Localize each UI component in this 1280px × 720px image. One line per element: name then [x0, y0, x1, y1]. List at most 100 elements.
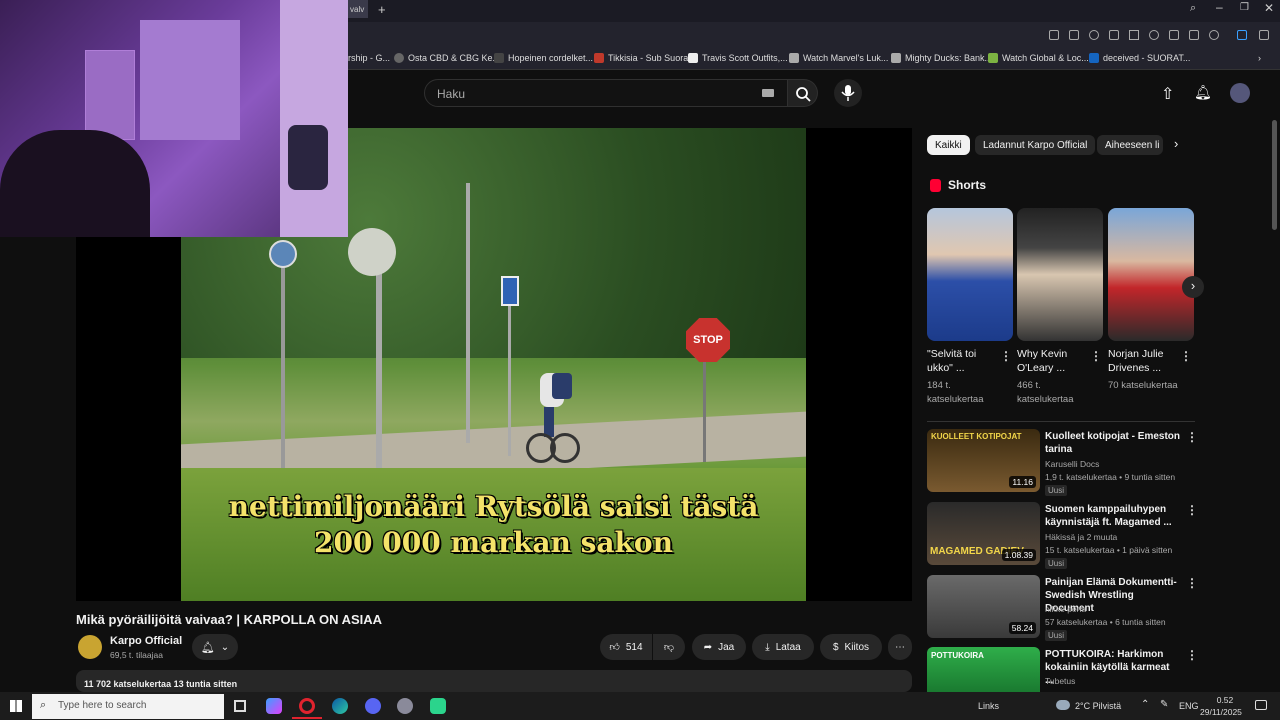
cabinet	[140, 20, 240, 140]
subscribed-button[interactable]: 🔔︎ ⌄	[192, 634, 238, 660]
short-title[interactable]: Why Kevin O'Leary ...	[1017, 347, 1091, 375]
search-icon: ⌕	[40, 699, 47, 711]
short-title[interactable]: Norjan Julie Drivenes ...	[1108, 347, 1182, 375]
chip-related[interactable]: Aiheeseen li	[1097, 135, 1163, 155]
channel-avatar[interactable]	[78, 635, 102, 659]
more-options-icon[interactable]: ⋮	[1186, 576, 1198, 590]
video-thumbnail[interactable]: 58.24	[927, 575, 1040, 638]
minimize-icon[interactable]: –	[1216, 0, 1223, 14]
thumbnail-text: KUOLLEET KOTIPOJAT	[931, 432, 1022, 441]
video-thumbnail[interactable]: POTTUKOIRA	[927, 647, 1040, 692]
bookmark[interactable]: rship - G...	[348, 53, 390, 63]
bookmarks-overflow-icon[interactable]: ›	[1258, 53, 1261, 63]
download-icon[interactable]	[1169, 30, 1179, 40]
discord-icon[interactable]	[365, 698, 381, 714]
bookmark[interactable]: Watch Global & Loc...	[988, 53, 1089, 63]
keyboard-icon[interactable]	[762, 89, 774, 97]
more-options-icon[interactable]: ⋮	[1180, 349, 1192, 363]
short-thumbnail[interactable]	[927, 208, 1013, 341]
close-window-icon[interactable]: ✕	[1264, 1, 1274, 15]
search-button[interactable]	[788, 79, 818, 107]
vpn-icon[interactable]	[1237, 30, 1247, 40]
play-icon[interactable]	[1129, 30, 1139, 40]
bookmark[interactable]: Watch Marvel's Luk...	[789, 53, 888, 63]
bookmark[interactable]: Osta CBD & CBG Ke...	[394, 53, 500, 63]
more-actions-button[interactable]: ⋯	[888, 634, 912, 660]
maximize-icon[interactable]: ❐	[1240, 2, 1249, 13]
tray-chevron-icon[interactable]: ⌃	[1141, 699, 1149, 710]
more-options-icon[interactable]: ⋮	[1000, 349, 1012, 363]
video-title-link[interactable]: Kuolleet kotipojat - Emeston tarina	[1045, 430, 1180, 456]
shorts-next-button[interactable]: ›	[1182, 276, 1204, 298]
network-icon[interactable]: ✎	[1160, 699, 1168, 710]
shorts-icon	[930, 179, 941, 192]
green-app-icon[interactable]	[430, 698, 446, 714]
bookmark[interactable]: Travis Scott Outfits,...	[688, 53, 788, 63]
search-input[interactable]: Haku	[424, 79, 788, 107]
clock-time[interactable]: 0.52	[1212, 695, 1238, 705]
weather-widget[interactable]: 2°C Pilvistä	[1075, 701, 1121, 711]
search-tabs-icon[interactable]: ⌕	[1190, 2, 1196, 15]
channel-name[interactable]: Karuselli Docs	[1045, 459, 1099, 469]
profile-icon[interactable]	[1209, 30, 1219, 40]
bookmark[interactable]: Tikkisia - Sub Suora	[594, 53, 688, 63]
new-badge: Uusi	[1045, 630, 1068, 641]
channel-name[interactable]: Tubetus	[1045, 676, 1075, 686]
shield-app-icon[interactable]	[397, 698, 413, 714]
bookmark-icon	[988, 53, 998, 63]
bookmark-icon	[494, 53, 504, 63]
extension-icon[interactable]	[1109, 30, 1119, 40]
video-thumbnail[interactable]: KUOLLEET KOTIPOJAT 11.16	[927, 429, 1040, 492]
bookmark[interactable]: deceived - SUORAT...	[1089, 53, 1190, 63]
chips-next-icon[interactable]: ›	[1174, 136, 1178, 151]
browser-tab[interactable]: valv	[348, 0, 368, 18]
opera-icon[interactable]	[299, 698, 315, 714]
channel-name[interactable]: nikke pena	[1045, 604, 1086, 614]
short-title[interactable]: "Selvitä toi ukko" ...	[927, 347, 1001, 375]
channel-name[interactable]: Häkissä ja 2 muuta	[1045, 532, 1117, 542]
more-options-icon[interactable]: ⋮	[1090, 349, 1102, 363]
app-icon[interactable]	[266, 698, 282, 714]
short-thumbnail[interactable]	[1017, 208, 1103, 341]
bookmark[interactable]: Hopeinen cordelket...	[494, 53, 593, 63]
new-tab-icon[interactable]: +	[378, 2, 386, 17]
voice-search-button[interactable]	[834, 79, 862, 107]
chip-uploader[interactable]: Ladannut Karpo Official	[975, 135, 1096, 155]
edge-icon[interactable]	[332, 698, 348, 714]
clock-date[interactable]: 29/11/2025	[1200, 707, 1242, 717]
download-button[interactable]: ⤓ Lataa	[752, 634, 814, 660]
more-options-icon[interactable]: ⋮	[1186, 430, 1198, 444]
language-indicator[interactable]: ENG	[1179, 701, 1199, 711]
share-icon: ➦	[703, 641, 713, 653]
short-thumbnail[interactable]	[1108, 208, 1194, 341]
task-view-icon[interactable]	[234, 700, 246, 712]
share-button[interactable]: ➦ Jaa	[692, 634, 746, 660]
channel-name[interactable]: Karpo Official	[110, 635, 182, 647]
more-options-icon[interactable]: ⋮	[1186, 648, 1198, 662]
taskbar-search-input[interactable]: Type here to search	[32, 694, 224, 719]
windows-start-icon[interactable]	[10, 700, 22, 712]
sign-pole	[703, 362, 706, 462]
sign-back	[348, 228, 396, 276]
page-scrollbar[interactable]	[1272, 120, 1277, 230]
video-thumbnail[interactable]: MAGAMED GADIEV 1.08.39	[927, 502, 1040, 565]
description-box[interactable]: 11 702 katselukertaa 13 tuntia sitten	[76, 670, 912, 692]
shield-icon[interactable]	[1089, 30, 1099, 40]
dislike-button[interactable]: 👎︎	[653, 634, 685, 660]
video-title-link[interactable]: Suomen kamppailuhypen käynnistäjä ft. Ma…	[1045, 503, 1180, 529]
thanks-button[interactable]: $ Kiitos	[820, 634, 882, 660]
menu-icon[interactable]	[1189, 30, 1199, 40]
upload-icon[interactable]: ⇧	[1161, 84, 1174, 104]
chip-all[interactable]: Kaikki	[927, 135, 970, 155]
like-button[interactable]: 👍︎ 514	[600, 634, 652, 660]
edit-icon[interactable]	[1049, 30, 1059, 40]
links-toolbar[interactable]: Links	[978, 701, 999, 711]
notifications-center-icon[interactable]	[1255, 700, 1267, 710]
more-options-icon[interactable]: ⋮	[1186, 503, 1198, 517]
avatar[interactable]	[1230, 83, 1250, 103]
heart-icon[interactable]	[1149, 30, 1159, 40]
screenshot-icon[interactable]	[1069, 30, 1079, 40]
settings-icon[interactable]	[1259, 30, 1269, 40]
notifications-icon[interactable]: 🔔︎	[1194, 84, 1212, 101]
bookmark[interactable]: Mighty Ducks: Bank...	[891, 53, 992, 63]
